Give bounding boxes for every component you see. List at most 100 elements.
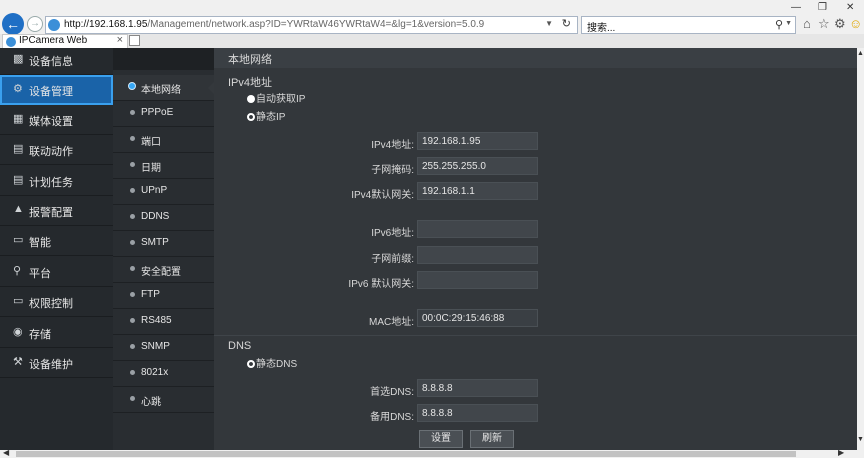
main-nav-item-media-settings[interactable]: ▦ 媒体设置 [0,105,113,135]
url-path: /Management/network.asp?ID=YWRtaW46YWRta… [147,19,485,30]
sub-nav-item-pppoe[interactable]: PPPoE [113,101,214,127]
sub-nav-item-rs485[interactable]: RS485 [113,309,214,335]
page-favicon-icon [48,19,60,31]
main-nav-item-schedule[interactable]: ▤ 计划任务 [0,166,113,196]
sub-nav-item-local-network[interactable]: 本地网络 [113,75,215,101]
main-nav-item-device-management[interactable]: ⚙ 设备管理 [0,75,113,105]
browser-tab[interactable]: IPCamera Web × [2,34,128,48]
ipcamera-app: ▩ 设备信息 ⚙ 设备管理 ▦ 媒体设置 ▤ 联动动作 ▤ 计划任务 ▲ 报警配… [0,48,857,450]
active-dot-icon [128,82,136,90]
address-bar[interactable]: http://192.168.1.95/Management/network.a… [45,16,578,34]
camera-icon: ▩ [13,53,24,65]
main-nav-item-device-info[interactable]: ▩ 设备信息 [0,48,113,75]
search-input[interactable]: 搜索... ⚲ ▼ [581,16,796,34]
scrollbar-thumb[interactable] [16,451,796,457]
vertical-scrollbar[interactable]: ▲ ▼ [857,48,864,450]
browser-toolbar: — ❐ ✕ ← → http://192.168.1.95/Management… [0,0,864,35]
main-nav-item-smart[interactable]: ▭ 智能 [0,226,113,256]
search-placeholder: 搜索... [587,23,616,34]
ipv6-address-label: IPv6地址: [371,228,414,239]
home-icon[interactable]: ⌂ [803,16,811,31]
bullet-icon [130,136,135,141]
ipv4-address-label: IPv4地址: [371,140,414,151]
favorites-star-icon[interactable]: ☆ [818,16,830,32]
main-nav-item-alarm[interactable]: ▲ 报警配置 [0,196,113,226]
network-settings-panel: 本地网络 IPv4地址 自动获取IP 静态IP IPv4地址: 192.168.… [214,48,857,450]
primary-dns-label: 首选DNS: [370,387,414,398]
main-nav-item-permissions[interactable]: ▭ 权限控制 [0,287,113,317]
sub-nav: 本地网络 PPPoE 端口 日期 UPnP DDNS SMTP 安全配置 FTP… [113,70,215,450]
secondary-dns-field[interactable]: 8.8.8.8 [417,404,538,422]
ipv4-gateway-field[interactable]: 192.168.1.1 [417,182,538,200]
radio-static-ip-label: 静态IP [256,112,286,123]
sub-nav-item-upnp[interactable]: UPnP [113,179,214,205]
radio-checked-icon[interactable] [247,113,255,121]
search-dropdown-icon[interactable]: ▼ [785,20,792,27]
sub-nav-item-heartbeat[interactable]: 心跳 [113,387,214,413]
radio-static-dns[interactable]: 静态DNS [247,355,297,370]
main-nav-label: 设备管理 [29,86,73,98]
ipv4-gateway-label: IPv4默认网关: [351,190,414,201]
main-nav-label: 计划任务 [29,177,73,189]
radio-checked-icon[interactable] [247,360,255,368]
sub-nav-label: RS485 [141,315,172,326]
restore-icon[interactable]: ❐ [818,2,827,13]
main-nav-item-storage[interactable]: ◉ 存储 [0,318,113,348]
settings-gear-icon[interactable]: ⚙ [834,16,846,32]
primary-dns-field[interactable]: 8.8.8.8 [417,379,538,397]
sub-nav-item-ddns[interactable]: DDNS [113,205,214,231]
refresh-button[interactable]: 刷新 [470,430,514,448]
scroll-up-icon[interactable]: ▲ [857,50,864,57]
gear-icon: ⚙ [13,83,23,95]
horizontal-scrollbar[interactable]: ◀ ▶ [0,448,864,458]
bullet-icon [130,266,135,271]
sub-nav-item-snmp[interactable]: SNMP [113,335,214,361]
search-icon[interactable]: ⚲ [775,18,783,31]
radio-static-ip[interactable]: 静态IP [247,108,285,123]
save-button[interactable]: 设置 [419,430,463,448]
back-button[interactable]: ← [2,13,24,35]
new-tab-button[interactable] [129,35,140,46]
ipv4-address-field[interactable]: 192.168.1.95 [417,132,538,150]
radio-auto-ip-label: 自动获取IP [256,94,306,105]
radio-auto-ip[interactable]: 自动获取IP [247,90,305,105]
refresh-icon[interactable]: ↻ [562,17,571,30]
sub-nav-label: FTP [141,289,160,300]
scroll-down-icon[interactable]: ▼ [857,436,864,443]
main-nav-item-maintenance[interactable]: ⚒ 设备维护 [0,348,113,378]
ipv6-gateway-label: IPv6 默认网关: [348,279,414,290]
minimize-icon[interactable]: — [791,2,801,13]
disk-icon: ◉ [13,326,23,338]
subnet-mask-field[interactable]: 255.255.255.0 [417,157,538,175]
sub-nav-item-security[interactable]: 安全配置 [113,257,214,283]
sub-nav-item-date[interactable]: 日期 [113,153,214,179]
bullet-icon [130,396,135,401]
smiley-feedback-icon[interactable]: ☺ [849,16,862,31]
bullet-icon [130,370,135,375]
sub-nav-item-ftp[interactable]: FTP [113,283,214,309]
dns-section-title: DNS [228,340,252,352]
ipv6-gateway-field[interactable] [417,271,538,289]
tab-close-icon[interactable]: × [117,34,123,46]
sub-nav-label: 本地网络 [141,85,181,96]
scroll-left-icon[interactable]: ◀ [3,448,9,457]
forward-button[interactable]: → [27,16,43,32]
address-dropdown-icon[interactable]: ▼ [545,19,553,28]
main-nav-item-platform[interactable]: ⚲ 平台 [0,257,113,287]
bullet-icon [130,318,135,323]
main-nav-item-linkage[interactable]: ▤ 联动动作 [0,135,113,165]
sub-nav-item-port[interactable]: 端口 [113,127,214,153]
sub-nav-label: SNMP [141,341,170,352]
address-url: http://192.168.1.95/Management/network.a… [64,19,484,30]
close-window-icon[interactable]: ✕ [846,2,854,13]
radio-unchecked-icon[interactable] [247,95,255,103]
monitor-icon: ▭ [13,295,24,307]
main-nav-label: 设备维护 [29,359,73,371]
sub-nav-item-smtp[interactable]: SMTP [113,231,214,257]
scroll-right-icon[interactable]: ▶ [838,448,844,457]
sub-nav-item-8021x[interactable]: 8021x [113,361,214,387]
tab-title: IPCamera Web [19,35,88,46]
ipv6-address-field[interactable] [417,220,538,238]
bullet-icon [130,292,135,297]
subnet-prefix-field[interactable] [417,246,538,264]
